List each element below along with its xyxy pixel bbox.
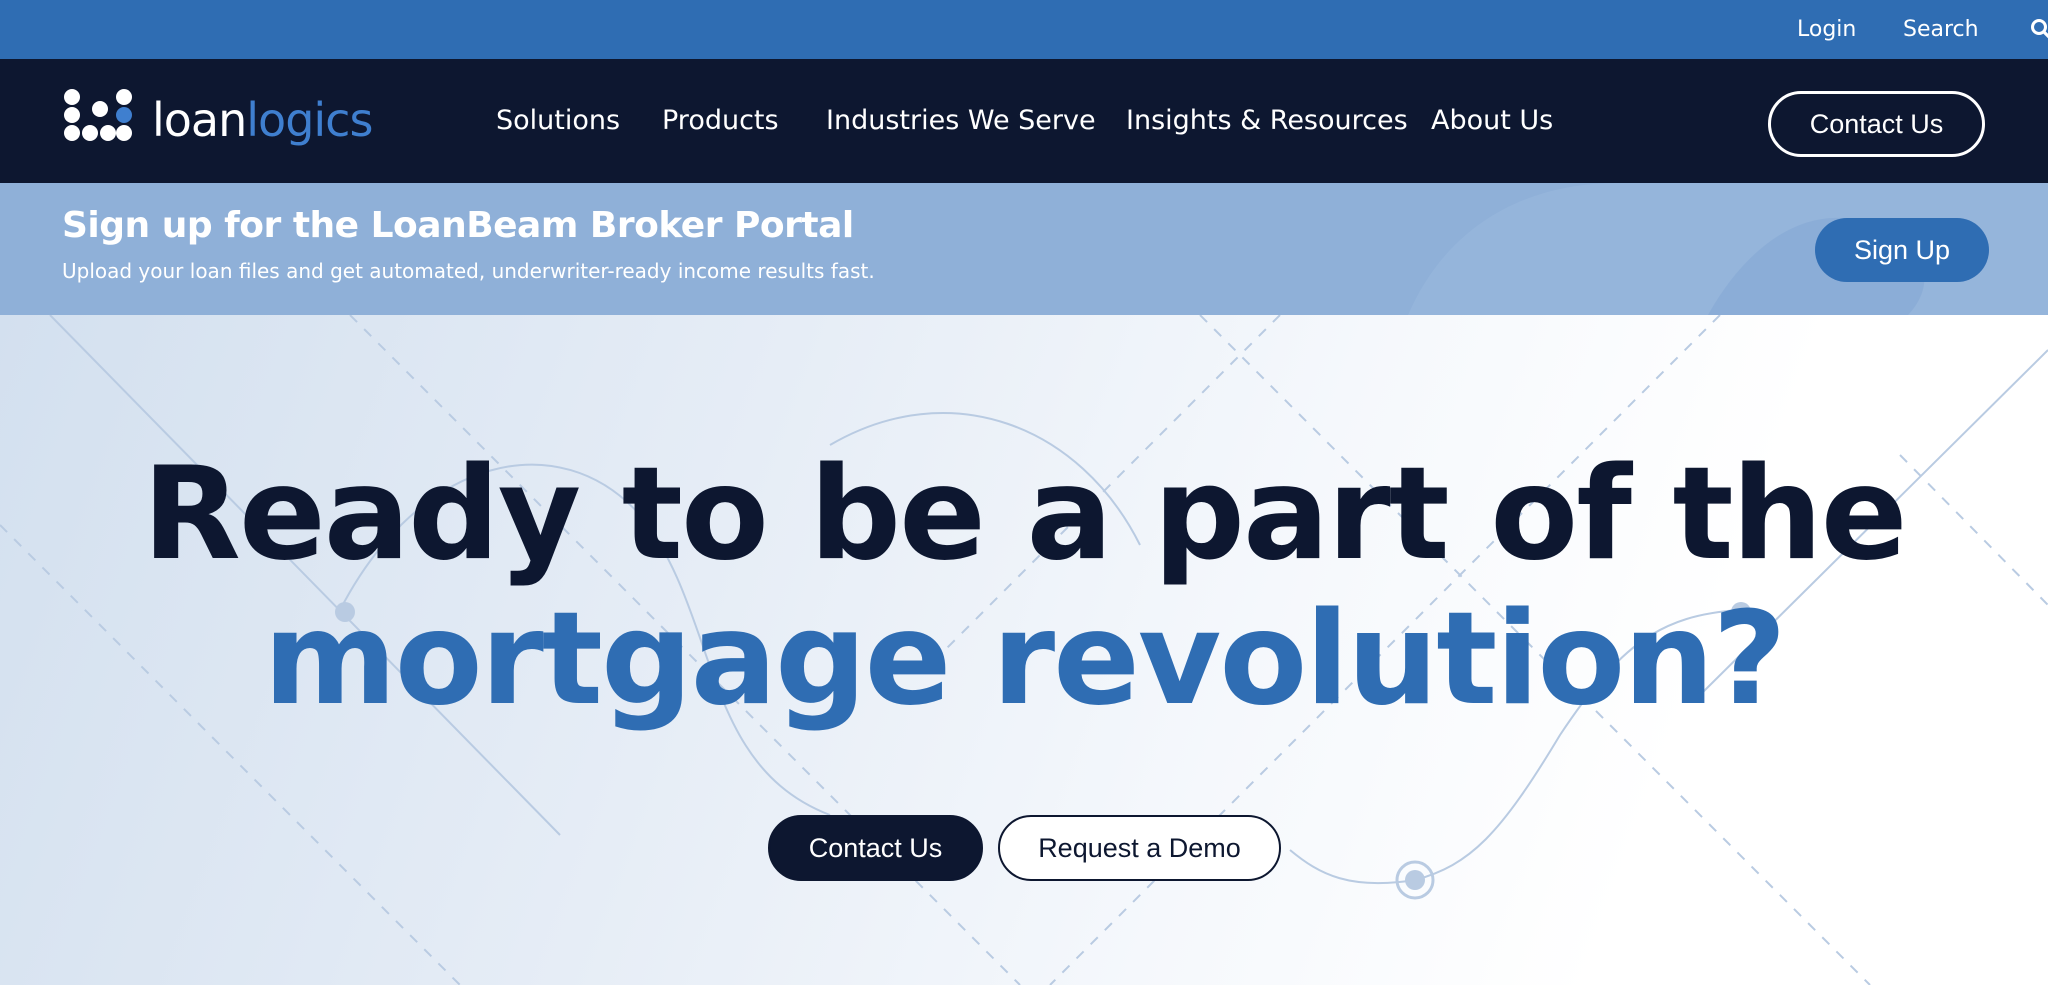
nav-insights-resources[interactable]: Insights & Resources (1126, 59, 1408, 183)
nav-industries[interactable]: Industries We Serve (826, 59, 1096, 183)
hero-section: Ready to be a part of the mortgage revol… (0, 315, 2048, 985)
nav-products[interactable]: Products (662, 59, 779, 183)
logo-text-loan: loan (152, 93, 247, 147)
loanlogics-logo[interactable]: loanlogics (62, 87, 402, 157)
signup-button[interactable]: Sign Up (1815, 218, 1989, 282)
signup-banner: Sign up for the LoanBeam Broker Portal U… (0, 183, 2048, 315)
logo-text-logics: logics (246, 93, 373, 147)
nav-solutions[interactable]: Solutions (496, 59, 620, 183)
logo-wordmark: loanlogics (152, 93, 373, 147)
hero-title-line1: Ready to be a part of the (142, 440, 1907, 589)
login-link[interactable]: Login (1797, 0, 1856, 59)
banner-subtitle: Upload your loan files and get automated… (62, 259, 875, 283)
logo-mark-icon (64, 89, 132, 141)
hero-title-line2: mortgage revolution? (263, 585, 1786, 734)
search-label: Search (1903, 17, 1979, 42)
hero-contact-button[interactable]: Contact Us (768, 815, 983, 881)
nav-contact-button[interactable]: Contact Us (1768, 91, 1985, 157)
nav-about-us[interactable]: About Us (1431, 59, 1553, 183)
main-nav: loanlogics Solutions Products Industries… (0, 59, 2048, 183)
utility-bar: Login Search (0, 0, 2048, 59)
search-icon (2031, 19, 2048, 39)
banner-title: Sign up for the LoanBeam Broker Portal (62, 205, 854, 246)
search-link[interactable]: Search (1903, 0, 2048, 59)
request-demo-button[interactable]: Request a Demo (998, 815, 1281, 881)
